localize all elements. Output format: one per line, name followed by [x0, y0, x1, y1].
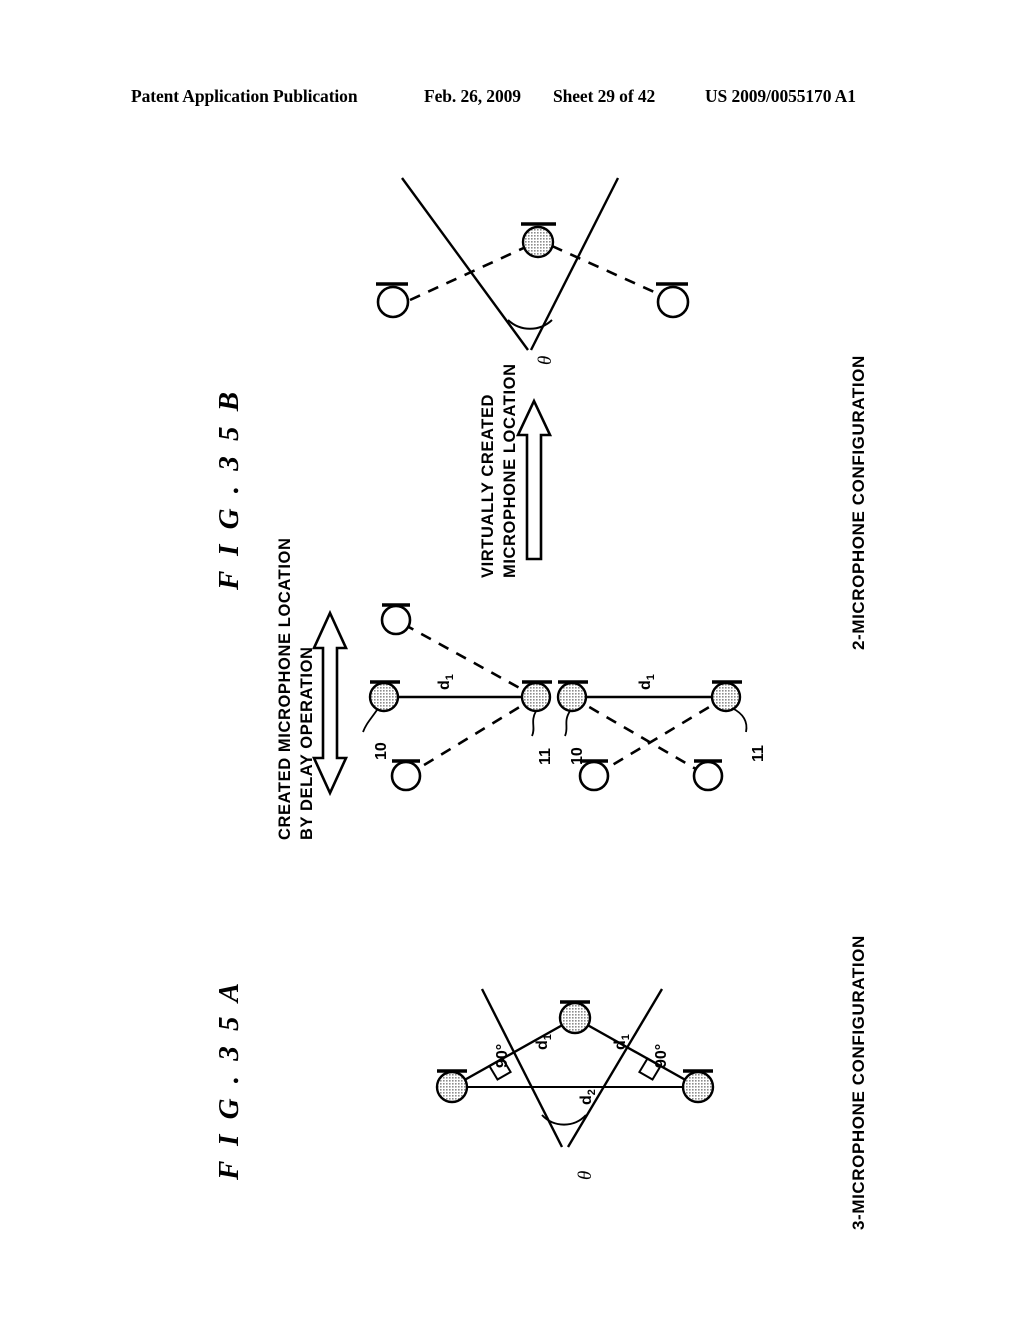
- distance-label-d1-left-pair: d1: [436, 674, 456, 690]
- d1-right-base: d: [637, 680, 654, 690]
- config-label-2-microphone: 2-MICROPHONE CONFIGURATION: [849, 355, 868, 650]
- d1-left-sub: 1: [444, 674, 457, 681]
- ref-label-11-left: 11: [537, 748, 554, 765]
- distance-label-d1-right-pair: d1: [637, 674, 657, 690]
- ref-label-10-left: 10: [373, 742, 390, 760]
- d2-sub-35a: 2: [586, 1089, 599, 1096]
- leader-11-left: [531, 710, 537, 737]
- open-microphone-lower-right: [692, 759, 724, 792]
- open-microphone-upper-left: [380, 603, 412, 636]
- d2-base-35a: d: [578, 1095, 595, 1105]
- delay-operation-label-line1: CREATED MICROPHONE LOCATION: [276, 537, 294, 840]
- theta-label-35b-top: θ: [535, 355, 556, 365]
- side-d1-right: [574, 1016, 699, 1089]
- virtual-location-arrow-up: [515, 397, 553, 561]
- d1-left-sub-35a: 1: [542, 1034, 555, 1041]
- ref-label-11-right: 11: [750, 745, 767, 762]
- leader-11-right: [731, 707, 748, 733]
- microphone-11-left-pair: [520, 680, 552, 737]
- config-label-3-microphone: 3-MICROPHONE CONFIGURATION: [849, 935, 868, 1230]
- angle-label-90-left: 90°: [494, 1043, 511, 1068]
- delay-operation-arrow-double: [311, 609, 349, 797]
- figure-caption-35a: F I G . 3 5 A: [213, 978, 245, 1180]
- ref-label-10-right: 10: [569, 747, 586, 765]
- microphone-open-right: [656, 282, 690, 319]
- d1-right-base-35a: d: [612, 1040, 629, 1050]
- open-microphone-lower-left: [390, 759, 422, 792]
- microphone-apex-35a: [558, 1000, 592, 1035]
- theta-label-35a: θ: [575, 1170, 596, 1180]
- virtually-created-label-line1: VIRTUALLY CREATED: [479, 393, 497, 578]
- microphone-open-left: [376, 282, 410, 319]
- side-d1-left: [451, 1016, 576, 1089]
- distance-label-d1-left-35a: d1: [534, 1034, 554, 1050]
- drawing-sheet: F I G . 3 5 B θ VIRTUALLY CREATED MICROP…: [0, 0, 1024, 1320]
- distance-label-d1-right-35a: d1: [612, 1034, 632, 1050]
- fig35a-three-microphone-diagram: [435, 988, 715, 1148]
- fig35b-virtual-array-diagram: [376, 177, 690, 351]
- d1-left-base: d: [436, 680, 453, 690]
- microphone-10-left-pair: [362, 680, 400, 733]
- microphone-10-right-pair: [556, 680, 588, 737]
- beam-lines: [401, 177, 620, 351]
- microphone-11-right-pair: [710, 680, 748, 733]
- distance-label-d2-35a: d2: [578, 1089, 598, 1105]
- d1-right-sub-35a: 1: [620, 1034, 633, 1041]
- microphone-right-35a: [681, 1069, 715, 1104]
- microphone-virtual-center: [521, 222, 556, 259]
- figure-caption-35b: F I G . 3 5 B: [213, 387, 245, 590]
- angle-label-90-right: 90°: [653, 1043, 670, 1068]
- leader-10-right: [564, 710, 571, 737]
- fig35b-two-microphone-pairs-diagram: [362, 603, 748, 792]
- leader-10-left: [362, 709, 378, 733]
- d1-left-base-35a: d: [534, 1040, 551, 1050]
- open-microphone-lower-center: [578, 759, 610, 792]
- microphone-left-35a: [435, 1069, 469, 1104]
- d1-right-sub: 1: [645, 674, 658, 681]
